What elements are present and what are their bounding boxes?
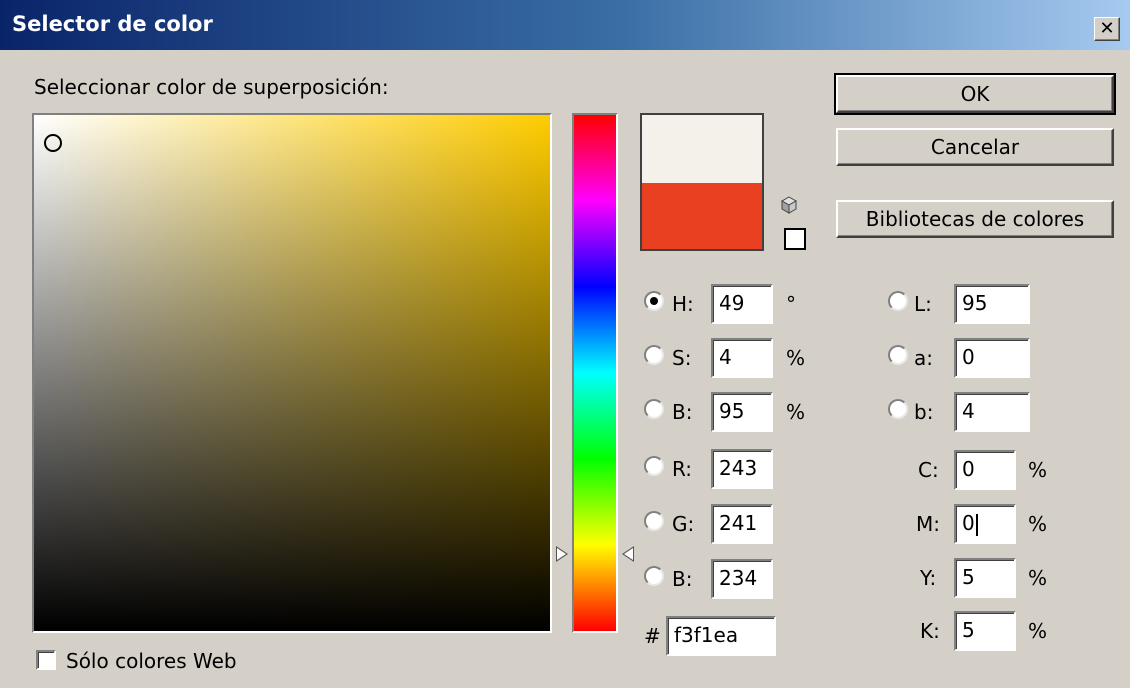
- h-field[interactable]: 49: [711, 284, 773, 324]
- radio-h[interactable]: [644, 291, 664, 311]
- cube-icon[interactable]: [781, 196, 797, 214]
- a-label: a:: [914, 346, 933, 370]
- radio-l[interactable]: [888, 291, 908, 311]
- r-field[interactable]: 243: [711, 449, 773, 489]
- web-colors-checkbox[interactable]: [36, 650, 56, 670]
- radio-lab-b[interactable]: [888, 399, 908, 419]
- b-field[interactable]: 95: [711, 392, 773, 432]
- s-unit: %: [786, 346, 806, 370]
- m-field[interactable]: 0: [954, 504, 1016, 544]
- y-unit: %: [1028, 566, 1048, 590]
- title-bar: Selector de color ✕: [0, 0, 1130, 50]
- ok-button[interactable]: OK: [834, 73, 1116, 115]
- hex-field[interactable]: f3f1ea: [666, 616, 776, 656]
- a-field[interactable]: 0: [954, 338, 1030, 378]
- close-icon: ✕: [1099, 18, 1115, 39]
- radio-b[interactable]: [644, 399, 664, 419]
- hue-slider[interactable]: [572, 113, 618, 633]
- y-label: Y:: [920, 566, 937, 590]
- current-color-swatch[interactable]: [642, 183, 762, 249]
- radio-g[interactable]: [644, 511, 664, 531]
- hex-label: #: [644, 624, 661, 648]
- color-libraries-button[interactable]: Bibliotecas de colores: [836, 200, 1114, 238]
- color-field-marker[interactable]: [44, 134, 62, 152]
- picker-label: Seleccionar color de superposición:: [34, 75, 389, 99]
- radio-r[interactable]: [644, 456, 664, 476]
- c-field[interactable]: 0: [954, 450, 1016, 490]
- g-label: G:: [672, 512, 695, 536]
- lab-b-label: b:: [914, 400, 934, 424]
- radio-s[interactable]: [644, 345, 664, 365]
- text-cursor: [975, 513, 978, 536]
- r-label: R:: [672, 457, 693, 481]
- blue-field[interactable]: 234: [711, 559, 773, 599]
- new-color-swatch: [642, 115, 762, 183]
- k-unit: %: [1028, 619, 1048, 643]
- blue-label: B:: [672, 567, 693, 591]
- g-field[interactable]: 241: [711, 504, 773, 544]
- m-label: M:: [916, 512, 940, 536]
- k-field[interactable]: 5: [954, 611, 1016, 651]
- hue-slider-handle-left[interactable]: [556, 546, 568, 562]
- web-colors-label: Sólo colores Web: [66, 649, 237, 673]
- s-field[interactable]: 4: [711, 338, 773, 378]
- cancel-button[interactable]: Cancelar: [836, 128, 1114, 166]
- h-unit: °: [786, 292, 796, 316]
- b-unit: %: [786, 400, 806, 424]
- y-field[interactable]: 5: [954, 558, 1016, 598]
- websafe-swatch[interactable]: [784, 228, 806, 250]
- m-value: 0: [962, 511, 975, 535]
- hue-slider-handle-right[interactable]: [622, 546, 634, 562]
- h-label: H:: [672, 292, 694, 316]
- color-field[interactable]: [32, 113, 552, 633]
- l-label: L:: [914, 292, 932, 316]
- c-label: C:: [918, 458, 939, 482]
- window-title: Selector de color: [12, 12, 213, 36]
- b-label: B:: [672, 400, 693, 424]
- color-preview: [640, 113, 764, 251]
- radio-blue[interactable]: [644, 566, 664, 586]
- m-unit: %: [1028, 512, 1048, 536]
- c-unit: %: [1028, 458, 1048, 482]
- s-label: S:: [672, 346, 692, 370]
- close-button[interactable]: ✕: [1094, 17, 1120, 41]
- radio-a[interactable]: [888, 345, 908, 365]
- lab-b-field[interactable]: 4: [954, 392, 1030, 432]
- l-field[interactable]: 95: [954, 284, 1030, 324]
- k-label: K:: [920, 619, 940, 643]
